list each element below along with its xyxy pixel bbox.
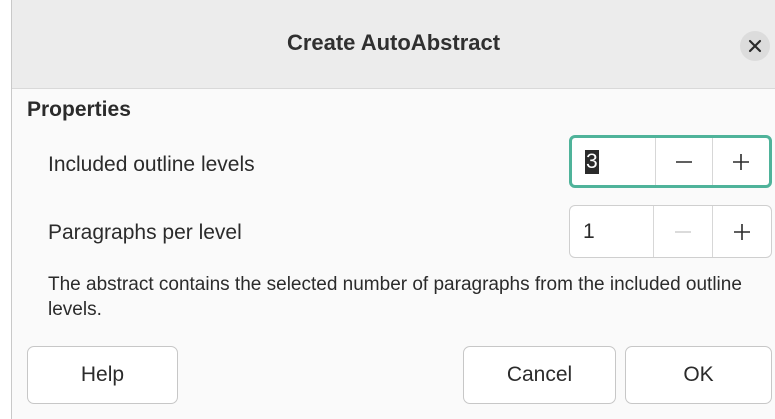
properties-heading: Properties (27, 98, 131, 121)
paragraphs-per-level-increment-button[interactable] (712, 206, 771, 257)
outline-levels-label: Included outline levels (48, 153, 255, 176)
plus-icon (733, 153, 749, 170)
paragraphs-per-level-label: Paragraphs per level (48, 221, 242, 244)
outline-levels-decrement-button[interactable] (655, 138, 712, 185)
description-text: The abstract contains the selected numbe… (48, 274, 742, 320)
close-button[interactable] (740, 31, 770, 61)
paragraphs-per-level-spinbox: 1 (569, 205, 772, 258)
outline-levels-spinbox: 3 (569, 135, 772, 188)
title-bar: Create AutoAbstract (12, 0, 775, 89)
plus-icon (734, 223, 750, 240)
close-icon (748, 39, 762, 53)
outline-levels-value: 3 (585, 149, 599, 174)
paragraphs-per-level-decrement-button[interactable] (653, 206, 712, 257)
outline-levels-increment-button[interactable] (712, 138, 769, 185)
paragraphs-per-level-value: 1 (583, 219, 595, 243)
minus-icon (676, 160, 692, 163)
minus-icon (675, 230, 691, 233)
dialog-title: Create AutoAbstract (286, 30, 501, 55)
help-button[interactable]: Help (27, 346, 178, 404)
create-autoabstract-dialog: Create AutoAbstract Properties Included … (11, 0, 775, 419)
outline-levels-input[interactable]: 3 (572, 138, 655, 185)
cancel-button[interactable]: Cancel (463, 346, 616, 404)
paragraphs-per-level-input[interactable]: 1 (570, 206, 653, 257)
ok-button[interactable]: OK (625, 346, 772, 404)
